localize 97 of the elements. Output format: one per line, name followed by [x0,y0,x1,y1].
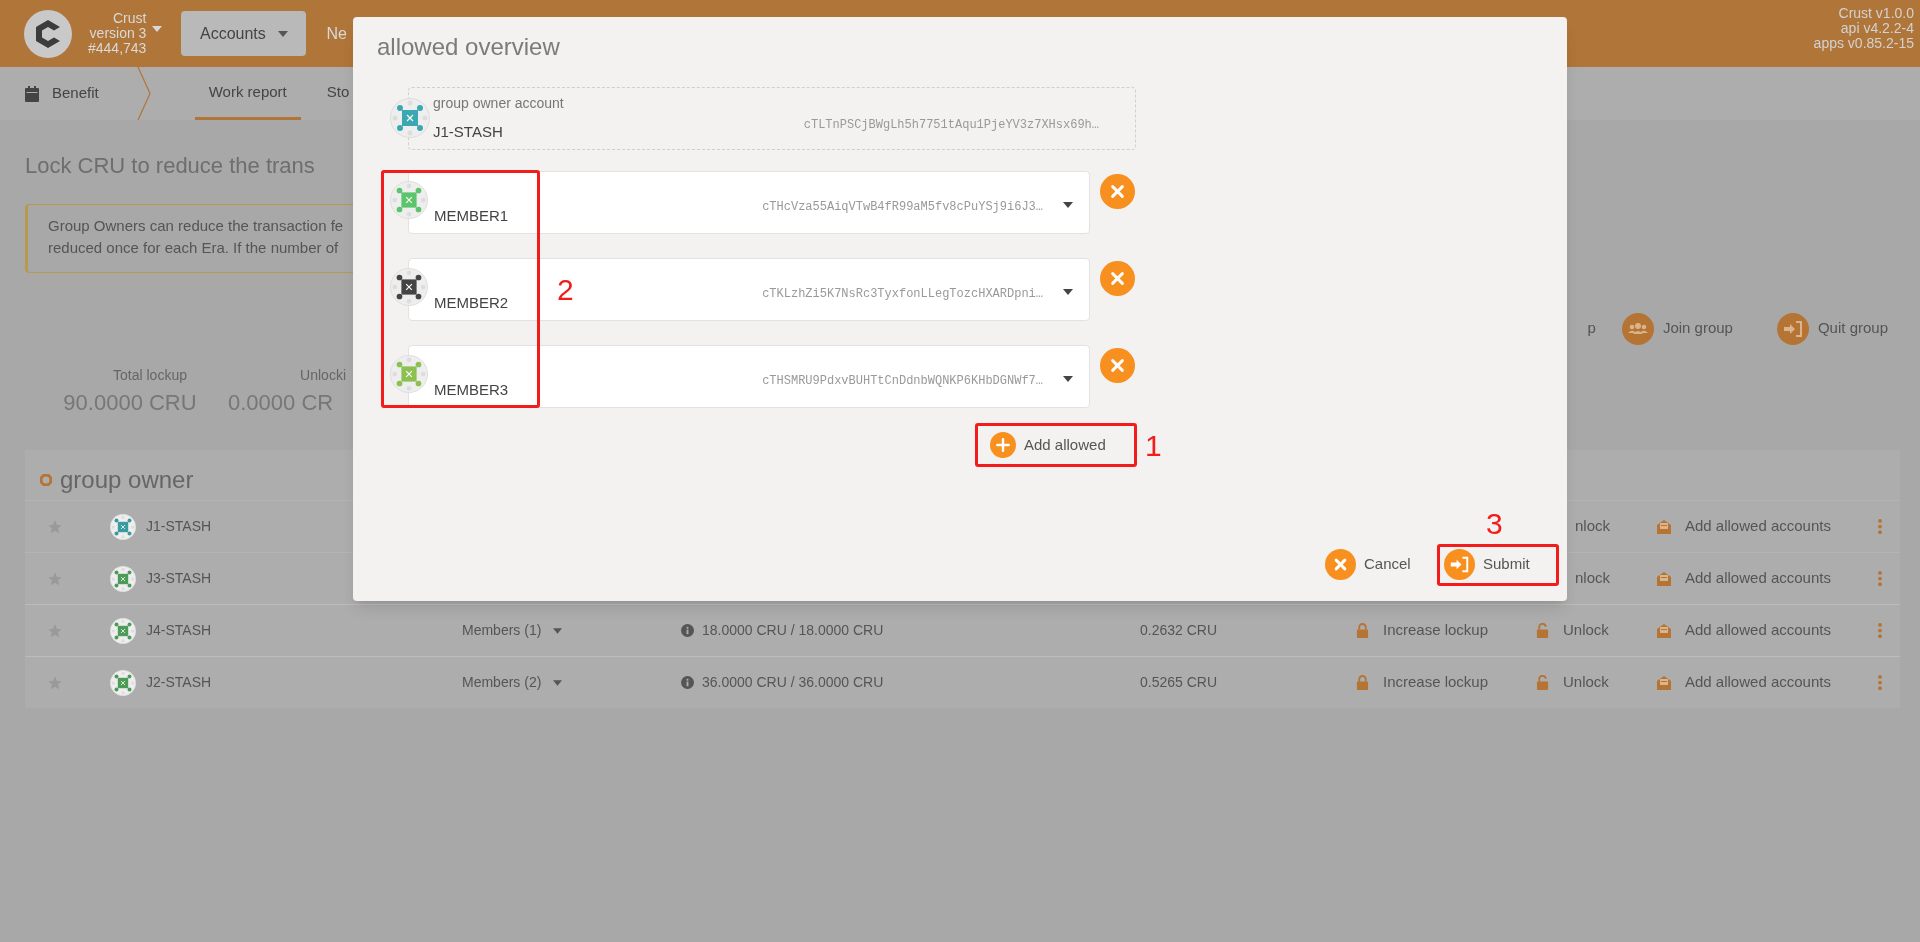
annotation-number: 2 [557,273,574,307]
action-link[interactable]: Add allowed accounts [1650,619,1860,642]
action-link[interactable]: Increase lockup [1350,671,1530,694]
more-icon[interactable] [1878,519,1882,534]
enter-icon [1444,549,1475,580]
lock-icon [1356,623,1369,638]
caret-icon [1063,202,1073,208]
remove-button[interactable] [1100,174,1135,209]
remove-button[interactable] [1100,348,1135,383]
more-icon[interactable] [1878,623,1882,638]
calendar-icon [25,85,39,102]
action-link[interactable]: Increase lockup [1350,619,1530,642]
account-address: cTKLzhZi5K7NsRc3TyxfonLLegTozcHXARDpni… [762,286,1043,303]
remove-button[interactable] [1100,261,1135,296]
action-button[interactable]: Join group [1621,312,1733,345]
action-button[interactable]: p [1587,317,1596,340]
account-name: J1-STASH [145,517,213,536]
envelope-icon [1656,675,1672,690]
field-label: group owner account [433,94,564,113]
account-select[interactable]: MEMBER3 cTHSMRU9PdxvBUHTtCnDdnbWQNKP6KHbDGNWf7… [408,345,1090,408]
envelope-icon [1656,571,1672,586]
action-link[interactable]: nlock [1575,517,1611,535]
members-dropdown[interactable]: Members (1) [462,620,563,641]
account-name: J2-STASH [145,673,213,692]
account-select[interactable]: MEMBER1 cTHcVza55AiqVTwB4fR99aM5fv8cPuYSj9i6J3… [408,171,1090,234]
account-name: J3-STASH [145,569,213,588]
unlock-icon [1536,675,1549,690]
avatar-icon [390,268,428,306]
unlock-icon [1536,623,1549,638]
sub-tab[interactable]: Sto [326,67,350,120]
action-link[interactable]: Add allowed accounts [1650,671,1860,694]
enter-icon [1776,312,1809,345]
avatar-icon [390,98,430,138]
page-heading: Lock CRU to reduce the trans [25,152,315,180]
account-address: cTLTnPSCjBWgLh5h7751tAqu1PjeYV3z7XHsx69h… [803,117,1099,134]
action-link[interactable]: Unlock [1530,619,1650,642]
locked-amount: 18.0000 CRU / 18.0000 CRU [702,621,884,640]
caret-icon [1063,289,1073,295]
stat-label: Total lockup [113,366,187,385]
action-link[interactable]: Add allowed accounts [1650,567,1860,590]
avatar-icon [110,565,136,592]
account-name: MEMBER2 [434,293,509,313]
locked-amount: 36.0000 CRU / 36.0000 CRU [702,673,884,692]
account-address: cTHSMRU9PdxvBUHTtCnDdnbWQNKP6KHbDGNWf7… [762,373,1043,390]
caret-icon [277,30,288,37]
avatar-icon [110,617,136,644]
app-logo[interactable] [24,9,72,58]
nav-tab[interactable]: Ne [326,11,347,56]
caret-icon [553,679,563,686]
envelope-icon [1656,623,1672,638]
stat-label: Unlocki [300,366,346,385]
block-number: #444,743 [88,41,147,56]
fee-amount: 0.5265 CRU [1139,673,1219,692]
more-icon[interactable] [1878,675,1882,690]
sub-tab[interactable]: Work report [194,67,301,120]
caret-icon[interactable] [152,25,163,32]
action-button[interactable]: Quit group [1776,312,1888,345]
people-icon [1621,312,1654,345]
account-name: J1-STASH [433,122,503,142]
avatar-icon [390,181,428,219]
close-icon [1325,549,1356,580]
caret-icon [553,627,563,634]
lock-icon [1356,675,1369,690]
envelope-icon [1656,519,1672,534]
notice-text: reduced once for each Era. If the number of [48,238,340,258]
brand-version: version 3 [89,26,147,41]
avatar-icon [390,355,428,393]
account-address: cTHcVza55AiqVTwB4fR99aM5fv8cPuYSj9i6J3… [762,199,1043,216]
annotation-number: 1 [1145,429,1162,463]
submit-button[interactable]: Submit [1444,549,1530,580]
plus-icon [990,432,1016,458]
cancel-button[interactable]: Cancel [1325,549,1411,580]
caret-icon [1063,376,1073,382]
account-name: MEMBER3 [434,380,509,400]
account-name: MEMBER1 [434,206,509,226]
action-link[interactable]: Unlock [1530,671,1650,694]
avatar-icon [110,669,136,696]
nav-tab[interactable]: Accounts [181,11,307,56]
version-text: api v4.2.2-4 [1840,21,1914,36]
avatar-icon [110,513,136,540]
account-name: J4-STASH [145,621,213,640]
notice-text: Group Owners can reduce the transaction fe [48,216,345,236]
version-text: Crust v1.0.0 [1838,6,1914,21]
group-title: group owner [60,465,194,495]
section-title: Benefit [52,83,99,104]
annotation-number: 3 [1486,507,1503,541]
info-icon [681,676,694,689]
action-link[interactable]: nlock [1575,569,1611,587]
add-allowed-button[interactable]: Add allowed [990,432,1106,458]
more-icon[interactable] [1878,571,1882,586]
brand-name: Crust [112,11,147,26]
action-link[interactable]: Add allowed accounts [1650,515,1860,538]
members-dropdown[interactable]: Members (2) [462,672,563,693]
dialog-title: allowed overview [377,32,560,62]
fee-amount: 0.2632 CRU [1139,621,1219,640]
version-text: apps v0.85.2-15 [1813,36,1914,51]
info-icon [681,624,694,637]
